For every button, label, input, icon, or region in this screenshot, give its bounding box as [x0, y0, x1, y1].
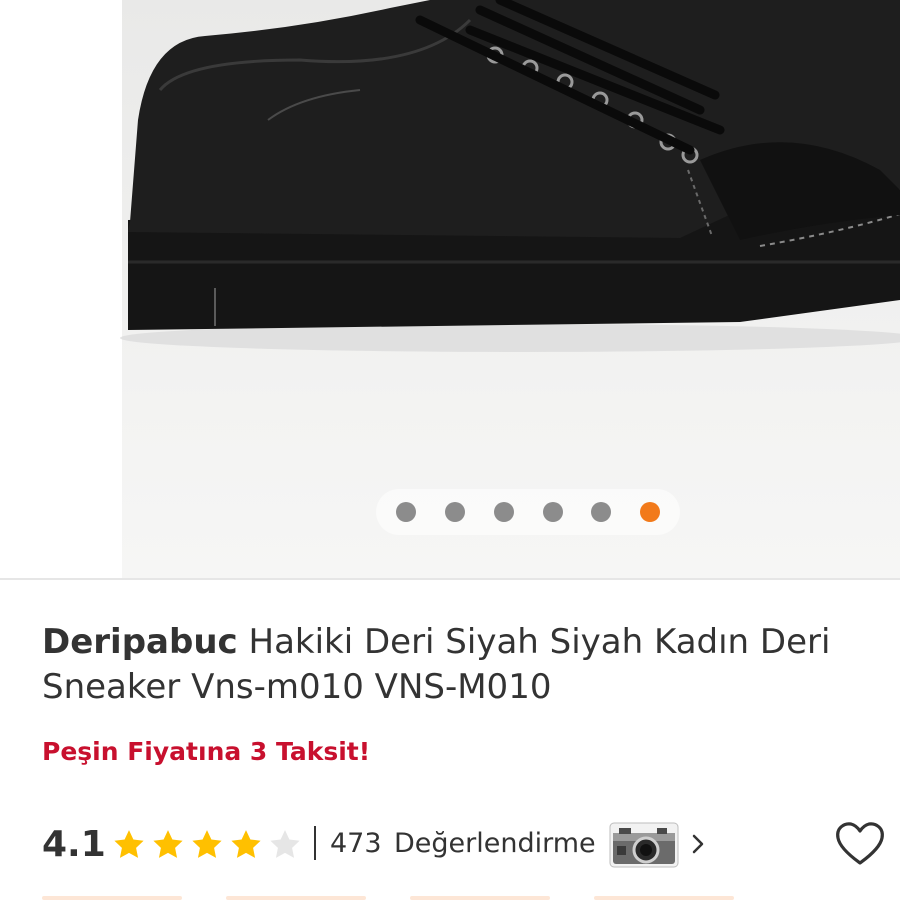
product-page: Deripabuc Hakiki Deri Siyah Siyah Kadın …	[0, 0, 900, 900]
product-title: Deripabuc Hakiki Deri Siyah Siyah Kadın …	[42, 620, 872, 710]
carousel-dot-active[interactable]	[640, 502, 660, 522]
brand-name[interactable]: Deripabuc	[42, 622, 238, 662]
star-filled-icon	[231, 830, 261, 858]
carousel-dot[interactable]	[543, 502, 563, 522]
rating-separator	[314, 826, 316, 860]
heart-icon[interactable]	[834, 820, 886, 868]
camera-icon[interactable]	[609, 822, 679, 868]
section-divider	[0, 578, 900, 580]
product-image-gallery[interactable]	[0, 0, 900, 578]
star-filled-icon	[114, 830, 144, 858]
star-filled-icon	[192, 830, 222, 858]
review-count-label[interactable]: Değerlendirme	[394, 828, 596, 859]
next-section-edge	[42, 896, 734, 900]
star-empty-icon	[270, 830, 300, 858]
review-count: 473	[330, 828, 382, 859]
star-filled-icon	[153, 830, 183, 858]
rating-score: 4.1	[42, 824, 106, 865]
carousel-dot[interactable]	[591, 502, 611, 522]
carousel-dot[interactable]	[445, 502, 465, 522]
carousel-dot[interactable]	[494, 502, 514, 522]
carousel-dot[interactable]	[396, 502, 416, 522]
carousel-indicator	[376, 489, 680, 535]
rating-summary[interactable]: 4.1 473 Değerlendirme	[42, 820, 900, 870]
installment-promo: Peşin Fiyatına 3 Taksit!	[42, 737, 371, 766]
chevron-right-icon[interactable]	[688, 830, 708, 858]
